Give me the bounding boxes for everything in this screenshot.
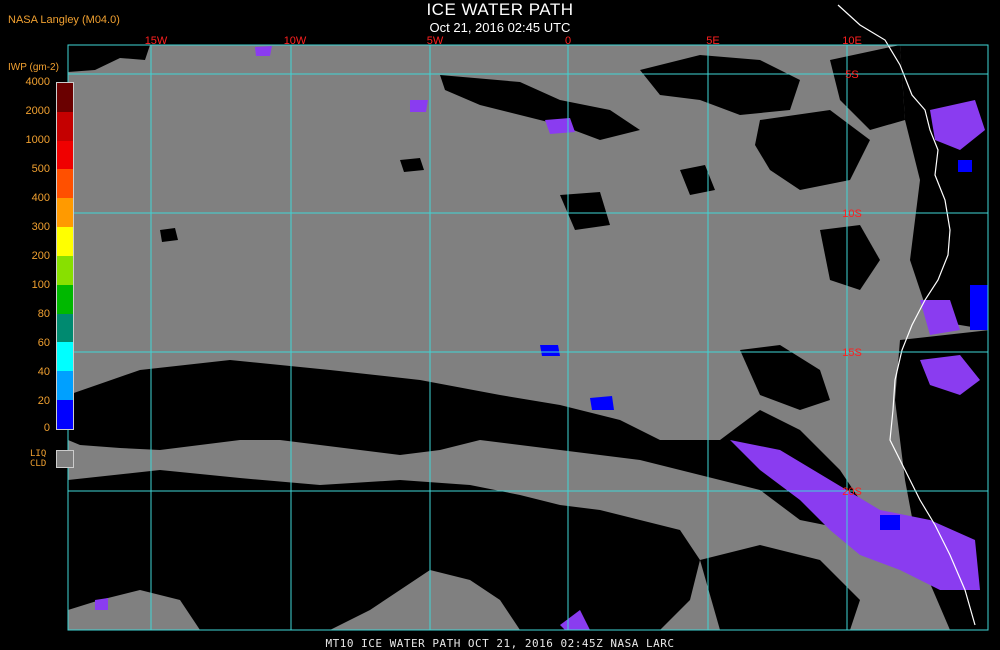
map-title: ICE WATER PATH xyxy=(426,0,574,19)
legend-tick: 0 xyxy=(43,422,50,434)
lat-label-5s: 5S xyxy=(845,69,858,81)
colorbar-swatch-300 xyxy=(57,227,73,256)
legend-tick: 300 xyxy=(31,221,50,233)
colorbar-swatch-1000 xyxy=(57,140,73,170)
map-subtitle: Oct 21, 2016 02:45 UTC xyxy=(429,20,571,35)
legend-tick: 20 xyxy=(37,395,50,407)
colorbar-swatch-40 xyxy=(57,371,73,401)
legend-tick: 1000 xyxy=(25,134,50,146)
legend-tick: 40 xyxy=(37,366,50,378)
colorbar-swatch-4000 xyxy=(57,83,73,112)
ice-water-path-map: 15W 10W 5W 0 5E 10E 5S 10S 15S 20S xyxy=(67,4,990,631)
lon-label-0: 0 xyxy=(565,35,571,47)
lon-label-10w: 10W xyxy=(284,35,307,47)
colorbar-swatch-80 xyxy=(57,313,73,343)
legend-tick: 200 xyxy=(31,250,50,262)
colorbar-swatch-20 xyxy=(57,400,73,429)
colorbar-swatch-500 xyxy=(57,169,73,199)
legend-unit-label: IWP (gm-2) xyxy=(8,62,59,73)
liquid-cloud-label-line2: CLD xyxy=(30,459,47,469)
lon-label-5w: 5W xyxy=(427,35,444,47)
legend-tick: 60 xyxy=(37,337,50,349)
lat-label-20s: 20S xyxy=(842,486,862,498)
colorbar-swatch-200 xyxy=(57,255,73,285)
colorbar-swatch-100 xyxy=(57,284,73,314)
legend-tick: 2000 xyxy=(25,105,50,117)
lat-label-15s: 15S xyxy=(842,347,862,359)
liquid-cloud-swatch xyxy=(56,450,74,468)
lat-label-10s: 10S xyxy=(842,208,862,220)
colorbar-swatch-2000 xyxy=(57,111,73,141)
legend-tick: 4000 xyxy=(25,76,50,88)
lon-label-10e: 10E xyxy=(842,35,862,47)
lon-label-15w: 15W xyxy=(145,35,168,47)
footer-caption: MT10 ICE WATER PATH OCT 21, 2016 02:45Z … xyxy=(325,637,675,650)
colorbar-swatch-60 xyxy=(57,342,73,372)
legend-tick: 500 xyxy=(31,163,50,175)
lon-label-5e: 5E xyxy=(706,35,719,47)
colorbar-swatch-400 xyxy=(57,198,73,228)
liquid-cloud-label: LIQ CLD xyxy=(30,449,46,469)
legend-colorbar xyxy=(56,82,74,430)
legend-tick: 80 xyxy=(37,308,50,320)
legend-tick: 400 xyxy=(31,192,50,204)
legend-tick: 100 xyxy=(31,279,50,291)
liquid-cloud-label-line1: LIQ xyxy=(30,449,47,459)
